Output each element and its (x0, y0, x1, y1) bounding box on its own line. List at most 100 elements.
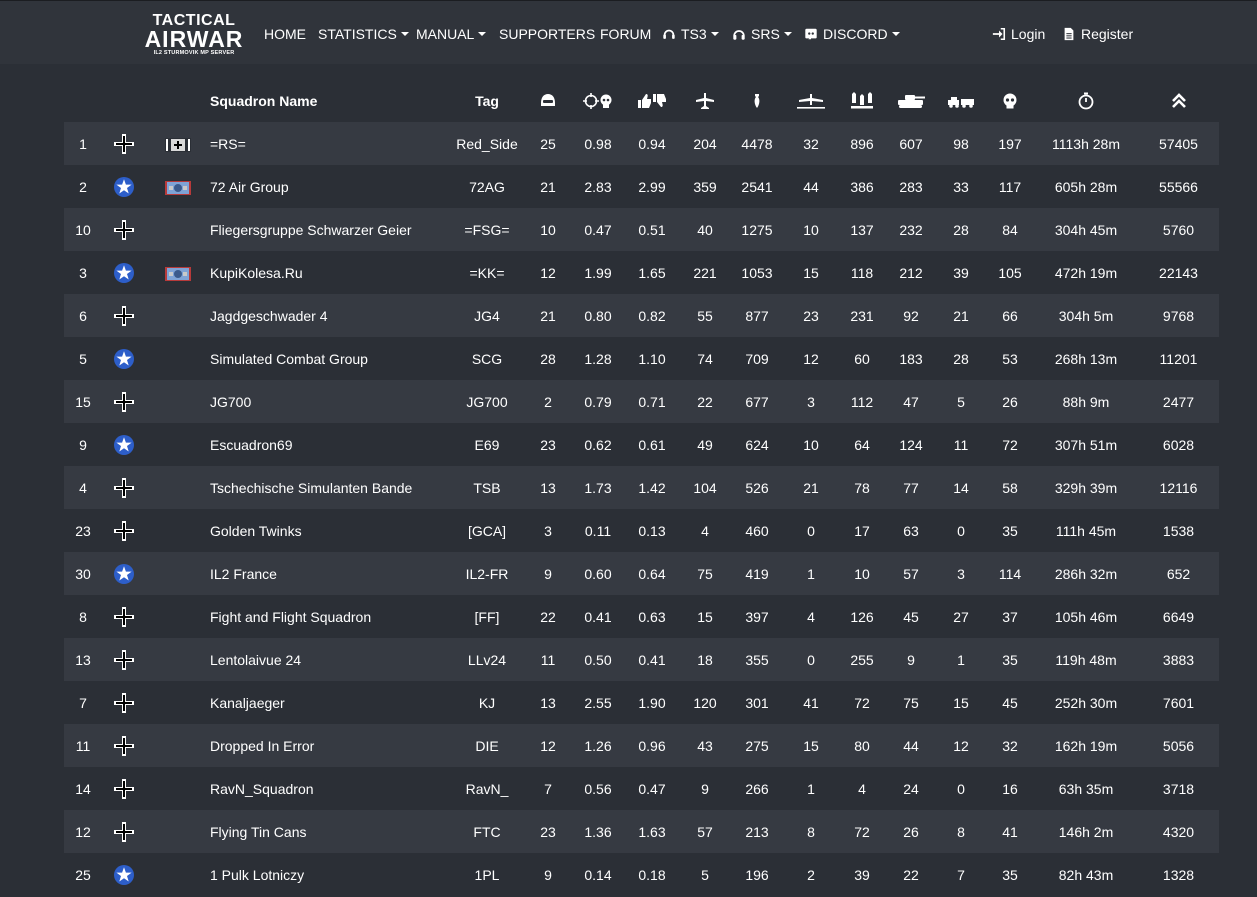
col-vehicles-header[interactable] (936, 79, 986, 122)
air-cell: 359 (693, 178, 717, 195)
col-ground-header[interactable] (730, 79, 784, 122)
squadron-name-cell[interactable]: Flying Tin Cans (210, 810, 450, 853)
rank-cell: 11 (75, 737, 91, 754)
air-cell: 57 (697, 823, 713, 840)
squadron-name-cell[interactable]: Fliegersgruppe Schwarzer Geier (210, 208, 450, 251)
squadron-name-cell[interactable]: Kanaljaeger (210, 681, 450, 724)
skull-icon (1003, 93, 1017, 109)
static-air-cell: 10 (803, 436, 819, 453)
col-tag-header[interactable]: Tag (450, 79, 524, 122)
table-row[interactable]: 12 Flying Tin Cans FTC 23 1.36 1.63 57 213 8 72 26… (64, 810, 1219, 853)
rank-cell: 3 (79, 264, 87, 281)
ground-cell: 709 (745, 350, 769, 367)
col-name-header[interactable]: Squadron Name (210, 79, 450, 122)
table-row[interactable]: 30 IL2 France IL2-FR 9 0.60 0.64 75 419 1 10 57 3 11… (64, 552, 1219, 595)
squadron-name-cell[interactable]: Jagdgeschwader 4 (210, 294, 450, 337)
deaths-cell: 114 (998, 565, 1022, 582)
nav-home[interactable]: HOME (264, 25, 306, 43)
score-cell: 7601 (1162, 694, 1195, 711)
table-row[interactable]: 10 Fliegersgruppe Schwarzer Geier =FSG= 10 0… (64, 208, 1219, 251)
axis-cross-icon (113, 477, 135, 498)
table-row[interactable]: 15 JG700 JG700 2 0.79 0.71 22 677 3 112 47 5 26 88h 9… (64, 380, 1219, 423)
table-row[interactable]: 9 Escuadron69 E69 23 0.62 0.61 49 624 10 64 124 11 7… (64, 423, 1219, 466)
kd-cell: 0.47 (584, 221, 612, 238)
tanks-cell: 607 (899, 135, 923, 152)
squadron-name-cell[interactable]: Fight and Flight Squadron (210, 595, 450, 638)
col-score-header[interactable] (1138, 79, 1219, 122)
flag-cell (146, 466, 210, 509)
members-cell: 23 (540, 436, 556, 453)
time-cell: 286h 32m (1054, 565, 1118, 582)
table-row[interactable]: 11 Dropped In Error DIE 12 1.26 0.96 43 275 15 80… (64, 724, 1219, 767)
members-cell: 11 (540, 651, 556, 668)
squadron-name-cell[interactable]: Simulated Combat Group (210, 337, 450, 380)
vehicles-cell: 3 (957, 565, 965, 582)
table-row[interactable]: 2 72 Air Group 72AG 21 2.83 2.99 359 2541 44 386 2… (64, 165, 1219, 208)
score-cell: 9768 (1162, 307, 1195, 324)
squadron-name-cell[interactable]: 1 Pulk Lotniczy (210, 853, 450, 896)
tanks-cell: 232 (899, 221, 923, 238)
squadron-name-cell[interactable]: Tschechische Simulanten Bande (210, 466, 450, 509)
table-row[interactable]: 25 1 Pulk Lotniczy 1PL 9 0.14 0.18 5 196 2 39 22 7 3… (64, 853, 1219, 896)
static-cell: 896 (850, 135, 874, 152)
table-row[interactable]: 14 RavN_Squadron RavN_ 7 0.56 0.47 9 266 1 4 24 0 16… (64, 767, 1219, 810)
members-cell: 12 (540, 737, 556, 754)
squadron-name-cell[interactable]: IL2 France (210, 552, 450, 595)
score-cell: 3718 (1162, 780, 1195, 797)
squadron-name-cell[interactable]: Golden Twinks (210, 509, 450, 552)
table-row[interactable]: 1 =RS= Red_Side 25 0.98 0.94 204 4478 32 896 607 98… (64, 122, 1219, 165)
col-kd-header[interactable] (572, 79, 624, 122)
squadron-name-cell[interactable]: JG700 (210, 380, 450, 423)
kd-cell: 1.73 (584, 479, 612, 496)
nav-ts3[interactable]: TS3 (662, 25, 719, 43)
nav-forum-label: FORUM (600, 26, 652, 42)
col-static-header[interactable] (838, 79, 886, 122)
nav-supporters[interactable]: SUPPORTERS (499, 25, 595, 43)
table-row[interactable]: 7 Kanaljaeger KJ 13 2.55 1.90 120 301 41 72 75 15 45… (64, 681, 1219, 724)
table-row[interactable]: 6 Jagdgeschwader 4 JG4 21 0.80 0.82 55 877 23 231… (64, 294, 1219, 337)
squadron-name-cell[interactable]: RavN_Squadron (210, 767, 450, 810)
nav-srs[interactable]: SRS (732, 25, 792, 43)
top-navbar: TACTICAL AIRWAR IL2 STURMOVIK MP SERVER … (0, 0, 1257, 64)
deaths-cell: 72 (1002, 436, 1018, 453)
squadron-name-cell[interactable]: Dropped In Error (210, 724, 450, 767)
deaths-cell: 35 (1002, 522, 1018, 539)
flag-cell (146, 810, 210, 853)
tag-cell: JG700 (466, 393, 508, 410)
squadron-name-cell[interactable]: KupiKolesa.Ru (210, 251, 450, 294)
time-cell: 146h 2m (1058, 823, 1114, 840)
table-row[interactable]: 8 Fight and Flight Squadron [FF] 22 0.41 0.63… (64, 595, 1219, 638)
nav-forum[interactable]: FORUM (600, 25, 651, 43)
col-tanks-header[interactable] (886, 79, 936, 122)
nav-manual[interactable]: MANUAL (416, 25, 487, 43)
static-cell: 231 (850, 307, 874, 324)
table-row[interactable]: 23 Golden Twinks [GCA] 3 0.11 0.13 4 460 0 17 63 0 3… (64, 509, 1219, 552)
discord-icon (805, 28, 817, 40)
col-time-header[interactable] (1034, 79, 1138, 122)
col-air-header[interactable] (680, 79, 730, 122)
col-deaths-header[interactable] (986, 79, 1034, 122)
kd-cell: 0.79 (584, 393, 612, 410)
table-row[interactable]: 4 Tschechische Simulanten Bande TSB 13 1.73 1… (64, 466, 1219, 509)
members-cell: 3 (544, 522, 552, 539)
nav-discord[interactable]: DISCORD (804, 25, 900, 43)
nav-statistics[interactable]: STATISTICS (318, 25, 409, 43)
static-air-cell: 15 (803, 264, 819, 281)
static-cell: 80 (854, 737, 870, 754)
table-row[interactable]: 5 Simulated Combat Group SCG 28 1.28 1.10 74 70… (64, 337, 1219, 380)
squadron-name-cell[interactable]: Escuadron69 (210, 423, 450, 466)
table-row[interactable]: 3 KupiKolesa.Ru =KK= 12 1.99 1.65 221 1053 15 118… (64, 251, 1219, 294)
register-link[interactable]: Register (1062, 25, 1133, 43)
col-ratio-header[interactable] (624, 79, 680, 122)
table-row[interactable]: 13 Lentolaivue 24 LLv24 11 0.50 0.41 18 355 0 255… (64, 638, 1219, 681)
squadron-name-cell[interactable]: =RS= (210, 122, 450, 165)
login-link[interactable]: Login (992, 25, 1045, 43)
tag-cell: =KK= (469, 264, 505, 281)
members-cell: 21 (540, 307, 556, 324)
flag-cell (146, 853, 210, 896)
squadron-name-cell[interactable]: Lentolaivue 24 (210, 638, 450, 681)
col-static-air-header[interactable] (784, 79, 838, 122)
col-members-header[interactable] (524, 79, 572, 122)
squadron-name-cell[interactable]: 72 Air Group (210, 165, 450, 208)
site-logo[interactable]: TACTICAL AIRWAR IL2 STURMOVIK MP SERVER (144, 13, 244, 57)
